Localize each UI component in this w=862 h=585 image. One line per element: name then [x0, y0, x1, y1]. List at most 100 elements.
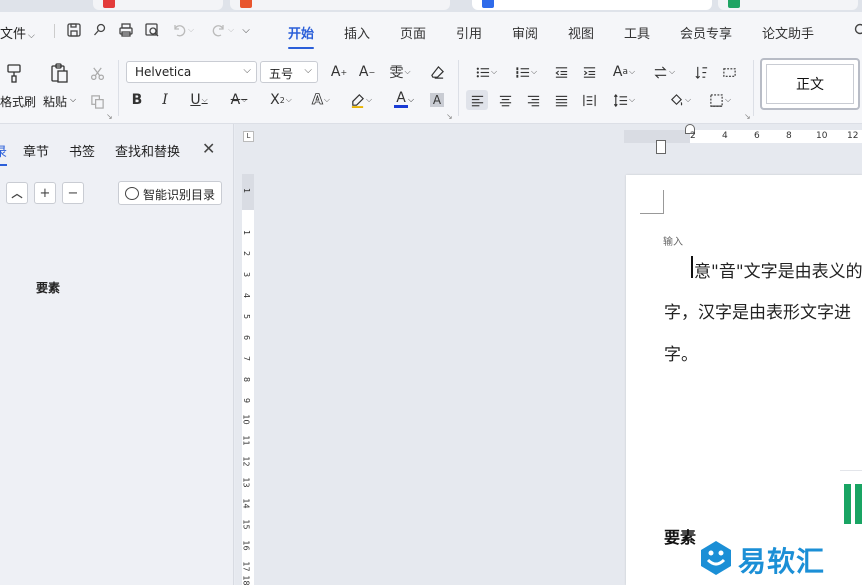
- font-name-select[interactable]: Helvetica ⌵: [126, 61, 257, 83]
- document-heading[interactable]: 要素: [664, 524, 696, 548]
- strikethrough-icon[interactable]: A ⌵: [224, 90, 254, 110]
- smart-toc-label: 智能识别目录: [143, 188, 216, 202]
- paste-dropdown-icon[interactable]: ⌵: [70, 95, 76, 105]
- paragraph-launcher-icon[interactable]: ↘: [744, 112, 751, 121]
- underline-icon[interactable]: U ⌵: [184, 90, 214, 110]
- search-icon[interactable]: [852, 21, 862, 39]
- justify-icon[interactable]: [550, 90, 572, 110]
- body-text-line[interactable]: 字。: [664, 340, 698, 365]
- phonetic-guide-icon[interactable]: 雯 ⌵: [386, 62, 414, 82]
- toc-entry[interactable]: 要素: [36, 279, 60, 296]
- character-shading-icon[interactable]: A: [426, 90, 448, 110]
- font-color-dropdown-icon[interactable]: ⌵: [408, 95, 414, 105]
- ruler-number: 2: [690, 131, 696, 141]
- ruler-number: 2: [242, 250, 252, 257]
- window-tab-active[interactable]: [472, 0, 712, 10]
- line-spacing-icon[interactable]: ⌵: [608, 90, 640, 110]
- nav-tab-bookmarks[interactable]: 书签: [69, 141, 95, 160]
- redo-dropdown-icon[interactable]: ⌵: [226, 21, 236, 39]
- quick-access-more-icon[interactable]: ⌵: [237, 21, 255, 39]
- ruler-number: 18: [241, 575, 251, 585]
- change-case-icon[interactable]: Aa ⌵: [608, 62, 640, 82]
- print-icon[interactable]: [117, 21, 135, 39]
- highlight-icon[interactable]: ⌵: [344, 90, 378, 110]
- add-level-button[interactable]: +: [34, 182, 56, 204]
- ruler-number: 1: [242, 229, 252, 236]
- tab-insert[interactable]: 插入: [344, 23, 370, 42]
- undo-dropdown-icon[interactable]: ⌵: [186, 21, 196, 39]
- decrease-font-icon[interactable]: A −: [356, 62, 378, 82]
- tab-page[interactable]: 页面: [400, 23, 426, 42]
- tab-view[interactable]: 视图: [568, 23, 594, 42]
- tab-stop-selector[interactable]: L: [243, 131, 254, 142]
- shading-icon[interactable]: ⌵: [664, 90, 696, 110]
- paste-label[interactable]: 粘贴: [43, 93, 67, 110]
- window-tab-2[interactable]: [230, 0, 450, 10]
- cut-icon[interactable]: [86, 63, 108, 83]
- chevron-down-icon: ⌵: [28, 31, 35, 41]
- italic-icon[interactable]: I: [154, 90, 176, 110]
- ruler-number: 14: [241, 498, 251, 509]
- ruler-number: 11: [241, 435, 251, 446]
- smart-recognize-icon: [125, 187, 139, 200]
- numbered-list-icon[interactable]: ⌵: [510, 62, 542, 82]
- copy-icon[interactable]: [86, 91, 108, 111]
- collapse-up-button[interactable]: ︿: [6, 182, 28, 204]
- format-painter-icon[interactable]: [2, 60, 26, 86]
- text-effect-icon[interactable]: A ⌵: [304, 90, 338, 110]
- minus-icon: −: [67, 185, 79, 201]
- text-direction-icon[interactable]: ⌵: [648, 62, 680, 82]
- tab-thesis-assistant[interactable]: 论文助手: [762, 23, 814, 42]
- link-icon[interactable]: [91, 21, 109, 39]
- increase-font-icon[interactable]: A +: [328, 62, 350, 82]
- tab-references[interactable]: 引用: [456, 23, 482, 42]
- close-pane-icon[interactable]: ✕: [202, 139, 215, 158]
- font-name-value: Helvetica: [135, 65, 192, 79]
- file-menu[interactable]: 文件 ⌵: [0, 23, 35, 42]
- window-tab-strip: [0, 0, 862, 12]
- print-preview-icon[interactable]: [143, 21, 161, 39]
- smart-toc-button[interactable]: 智能识别目录: [118, 181, 222, 205]
- nav-tab-find-replace[interactable]: 查找和替换: [115, 141, 180, 160]
- left-indent-marker[interactable]: [656, 140, 666, 154]
- tab-home[interactable]: 开始: [288, 23, 315, 49]
- save-icon[interactable]: [65, 21, 83, 39]
- paste-icon[interactable]: [46, 60, 72, 86]
- remove-level-button[interactable]: −: [62, 182, 84, 204]
- tab-review[interactable]: 审阅: [512, 23, 538, 42]
- document-page[interactable]: [626, 175, 862, 585]
- clipboard-launcher-icon[interactable]: ↘: [106, 112, 113, 121]
- ruler-number: 10: [816, 131, 828, 141]
- align-left-icon[interactable]: [466, 90, 488, 110]
- ribbon-toolbar: 格式刷 粘贴 ⌵ ↘ Helvetica ⌵ 五号 ⌵ A + A − 雯 ⌵ B I U…: [0, 50, 862, 124]
- increase-indent-icon[interactable]: [578, 62, 600, 82]
- body-text-line[interactable]: 字，汉字是由表形文字进: [664, 298, 851, 323]
- bold-icon[interactable]: B: [126, 90, 148, 110]
- borders-icon[interactable]: ⌵: [704, 90, 736, 110]
- distributed-align-icon[interactable]: [578, 90, 600, 110]
- clear-format-icon[interactable]: [426, 62, 448, 82]
- decrease-indent-icon[interactable]: [550, 62, 572, 82]
- tab-tools[interactable]: 工具: [624, 23, 650, 42]
- sort-icon[interactable]: [690, 62, 712, 82]
- style-normal-tile[interactable]: 正文: [760, 58, 860, 110]
- nav-tab-toc[interactable]: 录: [0, 141, 8, 166]
- ruler-number: 17: [241, 561, 251, 572]
- font-size-select[interactable]: 五号 ⌵: [260, 61, 318, 83]
- pdf-icon: [103, 0, 115, 8]
- font-launcher-icon[interactable]: ↘: [446, 112, 453, 121]
- superscript-icon[interactable]: X 2 ⌵: [264, 90, 298, 110]
- align-right-icon[interactable]: [522, 90, 544, 110]
- nav-tab-sections[interactable]: 章节: [23, 141, 49, 160]
- align-center-icon[interactable]: [494, 90, 516, 110]
- bullet-list-icon[interactable]: ⌵: [470, 62, 502, 82]
- body-text-line[interactable]: 意"音"文字是由表义的: [694, 257, 862, 282]
- format-painter-label[interactable]: 格式刷: [0, 93, 36, 110]
- window-tab-1[interactable]: [93, 0, 223, 10]
- font-size-value: 五号: [269, 67, 294, 81]
- show-marks-icon[interactable]: [718, 62, 740, 82]
- ruler-number: 13: [241, 477, 251, 488]
- ribbon-separator: [118, 60, 119, 116]
- tab-member[interactable]: 会员专享: [680, 23, 732, 42]
- window-tab-4[interactable]: [718, 0, 858, 10]
